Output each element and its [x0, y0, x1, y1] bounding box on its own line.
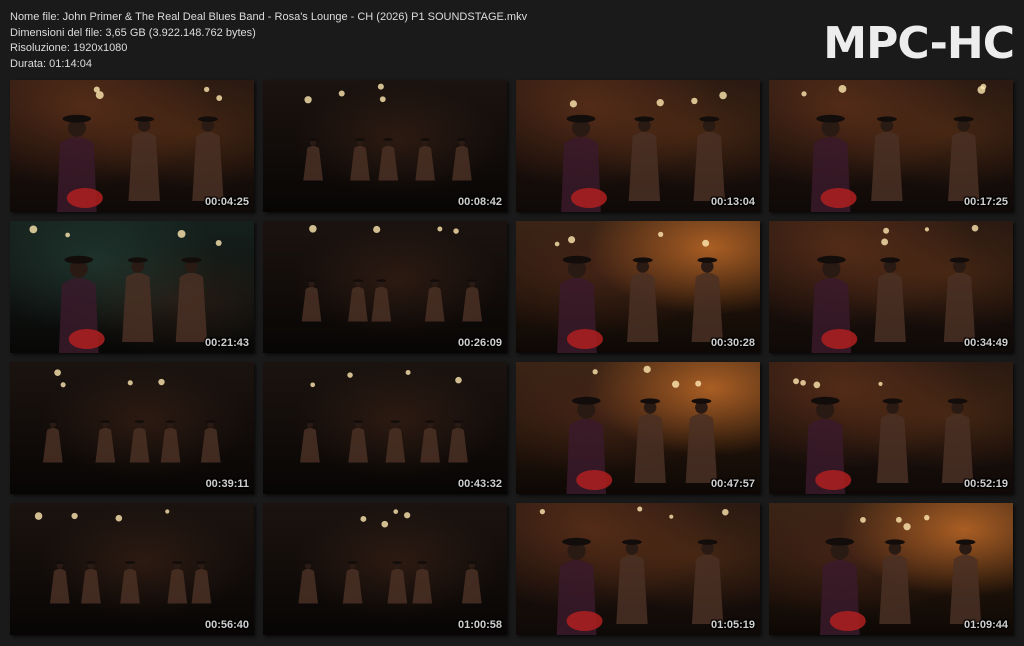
- file-size-line: Dimensioni del file: 3,65 GB (3.922.148.…: [10, 26, 256, 39]
- stage-silhouettes: [566, 365, 718, 494]
- timestamp-label: 00:47:57: [710, 478, 755, 490]
- timestamp-label: 00:26:09: [457, 337, 502, 349]
- timestamp-label: 00:34:49: [963, 337, 1008, 349]
- thumbnail: 00:56:40: [10, 503, 254, 635]
- stage-silhouettes: [811, 224, 979, 353]
- thumbnail: 00:52:19: [769, 362, 1013, 494]
- stage-silhouettes: [29, 225, 222, 353]
- thumbnail: 00:04:25: [10, 80, 254, 212]
- thumbnail: 00:26:09: [263, 221, 507, 353]
- stage-silhouettes: [57, 86, 224, 212]
- file-info-panel: Nome file: John Primer & The Real Deal B…: [10, 10, 527, 72]
- timestamp-label: 00:39:11: [205, 478, 249, 490]
- thumbnail: 00:39:11: [10, 362, 254, 494]
- timestamp-label: 00:21:43: [204, 337, 249, 349]
- timestamp-label: 01:09:44: [963, 619, 1008, 631]
- timestamp-label: 00:30:28: [710, 337, 755, 349]
- resolution-line: Risoluzione: 1920x1080: [10, 42, 128, 54]
- duration-line: Durata: 01:14:04: [10, 57, 92, 70]
- stage-silhouettes: [539, 506, 729, 635]
- stage-silhouettes: [561, 91, 727, 212]
- thumbnail: 00:17:25: [769, 80, 1013, 212]
- timestamp-label: 01:00:58: [457, 619, 502, 631]
- thumbnail: 00:43:32: [263, 362, 507, 494]
- stage-silhouettes: [793, 378, 974, 494]
- stage-silhouettes: [300, 370, 468, 463]
- thumbnail: 00:34:49: [769, 221, 1013, 353]
- thumbnail: 01:00:58: [263, 503, 507, 635]
- stage-silhouettes: [819, 514, 982, 635]
- timestamp-label: 00:08:42: [457, 196, 502, 208]
- thumbnail: 00:30:28: [516, 221, 760, 353]
- file-name-line: Nome file: John Primer & The Real Deal B…: [10, 11, 528, 23]
- stage-silhouettes: [301, 225, 483, 322]
- timestamp-label: 00:43:32: [457, 478, 502, 490]
- timestamp-label: 00:56:40: [204, 619, 249, 631]
- timestamp-label: 00:13:04: [710, 196, 755, 208]
- timestamp-label: 00:52:19: [963, 478, 1008, 490]
- timestamp-label: 01:05:19: [710, 619, 755, 631]
- timestamp-label: 00:04:25: [204, 196, 249, 208]
- thumbnail: 00:47:57: [516, 362, 760, 494]
- thumbnail: 00:13:04: [516, 80, 760, 212]
- thumbnail: 00:08:42: [263, 80, 507, 212]
- stage-silhouettes: [298, 509, 482, 604]
- timestamp-label: 00:17:25: [963, 196, 1008, 208]
- stage-silhouettes: [801, 83, 987, 212]
- stage-silhouettes: [34, 509, 212, 604]
- thumbnail: 01:09:44: [769, 503, 1013, 635]
- thumbnail: 01:05:19: [516, 503, 760, 635]
- stage-silhouettes: [303, 83, 472, 181]
- thumbnail: 00:21:43: [10, 221, 254, 353]
- mpc-hc-logo: MPC-HC: [823, 18, 1015, 69]
- stage-silhouettes: [554, 231, 723, 353]
- stage-silhouettes: [42, 369, 221, 463]
